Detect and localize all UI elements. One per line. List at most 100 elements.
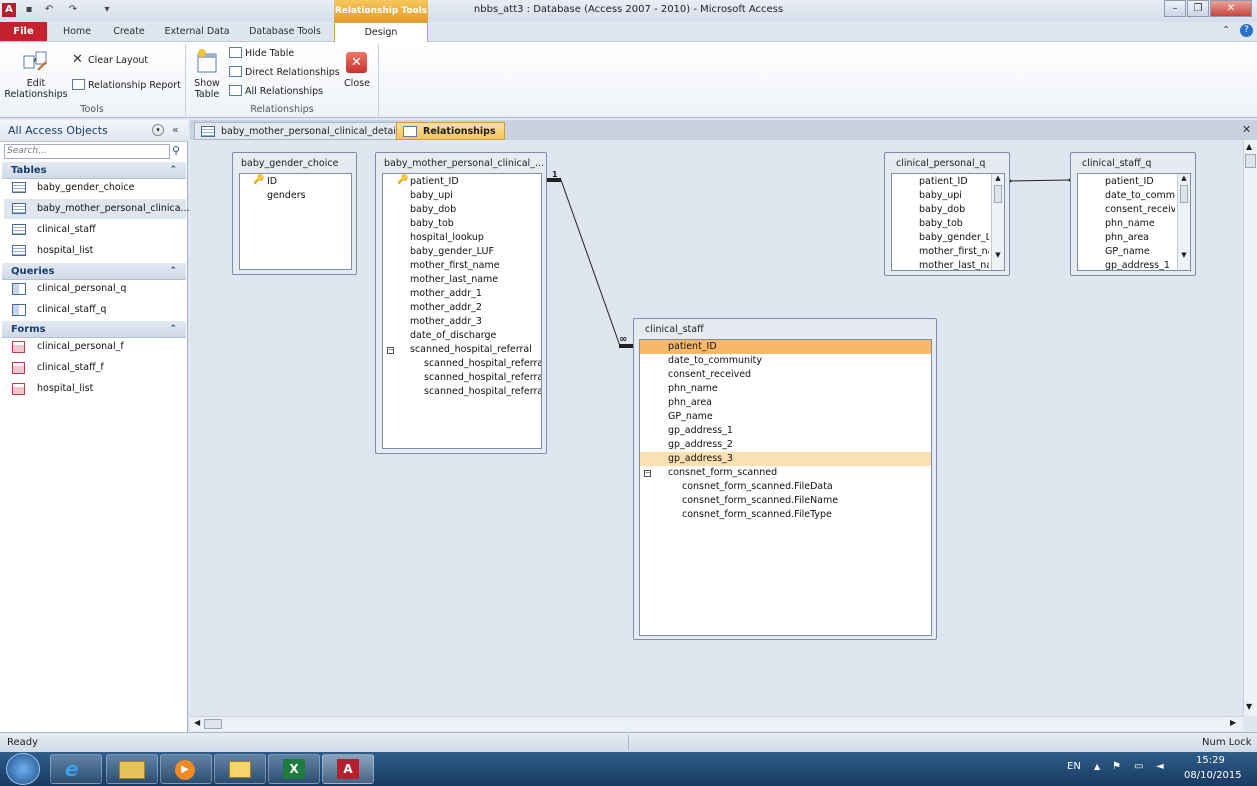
nav-header[interactable]: All Access Objects ▾ «	[0, 120, 188, 142]
scroll-thumb[interactable]	[994, 185, 1002, 203]
field-item[interactable]: consent_received	[668, 368, 751, 382]
doc-tab-relationships[interactable]: Relationships	[396, 122, 505, 140]
doc-tab-table[interactable]: baby_mother_personal_clinical_details	[194, 122, 413, 140]
tab-database-tools[interactable]: Database Tools	[244, 22, 326, 42]
collapse-chevron-icon[interactable]: ⌃	[169, 321, 177, 338]
collapse-chevron-icon[interactable]: ⌃	[169, 162, 177, 179]
field-item[interactable]: consnet_form_scanned.FileType	[682, 508, 832, 522]
nav-item-table[interactable]: clinical_staff	[4, 220, 186, 240]
field-item[interactable]: scanned_hospital_referral.	[424, 371, 541, 385]
scroll-down-icon[interactable]: ▼	[1246, 702, 1252, 711]
nav-category-tables[interactable]: Tables ⌃	[2, 162, 186, 179]
collapse-nav-icon[interactable]: «	[172, 123, 179, 136]
field-item[interactable]: baby_gender_LU	[919, 231, 989, 245]
field-item[interactable]: phn_name	[668, 382, 718, 396]
field-item[interactable]: baby_upi	[919, 189, 962, 203]
field-item[interactable]: gp_address_2	[668, 438, 733, 452]
field-item[interactable]: date_of_discharge	[410, 329, 496, 343]
flag-icon[interactable]: ⚑	[1112, 761, 1121, 772]
all-relationships-button[interactable]: All Relationships	[245, 86, 323, 97]
field-item[interactable]: gp_address_3	[640, 452, 931, 466]
table-box-baby-gender-choice[interactable]: baby_gender_choice 🔑 ID genders	[232, 152, 357, 275]
table-box-clinical-staff-q[interactable]: clinical_staff_q patient_ID date_to_comm…	[1070, 152, 1196, 276]
field-item[interactable]: scanned_hospital_referral.	[424, 385, 541, 399]
nav-item-form[interactable]: hospital_list	[4, 379, 186, 399]
scroll-down-icon[interactable]: ▼	[992, 251, 1004, 259]
clear-layout-button[interactable]: Clear Layout	[88, 55, 148, 66]
canvas-vertical-scrollbar[interactable]: ▲ ▼	[1243, 140, 1257, 716]
field-item[interactable]: date_to_community	[668, 354, 762, 368]
field-item[interactable]: consnet_form_scanned	[668, 466, 777, 480]
collapse-chevron-icon[interactable]: ⌃	[169, 263, 177, 280]
clock-date[interactable]: 08/10/2015	[1184, 770, 1242, 781]
collapse-field-icon[interactable]: −	[387, 347, 394, 354]
restore-button[interactable]: ❐	[1187, 0, 1209, 17]
taskbar-file-explorer[interactable]	[106, 754, 158, 784]
field-item[interactable]: mother_first_name	[410, 259, 500, 273]
field-item[interactable]: baby_dob	[410, 203, 456, 217]
field-item[interactable]: patient_ID	[919, 175, 968, 189]
field-item[interactable]: baby_tob	[410, 217, 454, 231]
taskbar-media-player[interactable]: ▶	[160, 754, 212, 784]
field-item[interactable]: scanned_hospital_referral	[410, 343, 532, 357]
nav-category-queries[interactable]: Queries ⌃	[2, 263, 186, 280]
collapse-field-icon[interactable]: −	[644, 470, 651, 477]
field-item[interactable]: baby_gender_LUF	[410, 245, 494, 259]
start-button[interactable]	[6, 753, 40, 785]
scroll-right-icon[interactable]: ▶	[1230, 718, 1236, 727]
table-box-baby-mother-personal-clinical[interactable]: baby_mother_personal_clinical_... 🔑 pati…	[375, 152, 547, 454]
nav-item-table[interactable]: baby_gender_choice	[4, 178, 186, 198]
nav-search-input[interactable]: Search...	[4, 144, 170, 159]
field-item[interactable]: gp_address_1	[1105, 259, 1170, 270]
scroll-left-icon[interactable]: ◀	[194, 718, 200, 727]
nav-item-form[interactable]: clinical_staff_f	[4, 358, 186, 378]
close-relationships-button[interactable]: Close	[338, 78, 376, 89]
field-item[interactable]: scanned_hospital_referral.	[424, 357, 541, 371]
canvas-horizontal-scrollbar[interactable]: ◀ ▶	[190, 716, 1243, 731]
field-item[interactable]: patient_ID	[640, 340, 931, 354]
field-item[interactable]: baby_dob	[919, 203, 965, 217]
volume-icon[interactable]: ◄	[1156, 761, 1164, 772]
nav-item-query[interactable]: clinical_personal_q	[4, 279, 186, 299]
table-box-clinical-personal-q[interactable]: clinical_personal_q patient_ID baby_upi …	[884, 152, 1010, 276]
field-item[interactable]: phn_area	[1105, 231, 1149, 245]
relationship-report-button[interactable]: Relationship Report	[88, 80, 181, 91]
field-item[interactable]: baby_upi	[410, 189, 453, 203]
field-item[interactable]: mother_last_name	[410, 273, 498, 287]
field-item[interactable]: patient_ID	[1105, 175, 1154, 189]
close-window-button[interactable]: ✕	[1210, 0, 1252, 17]
field-item[interactable]: mother_first_na	[919, 245, 989, 259]
language-indicator[interactable]: EN	[1067, 761, 1081, 772]
nav-item-form[interactable]: clinical_personal_f	[4, 337, 186, 357]
field-item[interactable]: consnet_form_scanned.FileName	[682, 494, 838, 508]
scroll-thumb[interactable]	[204, 719, 222, 729]
help-icon[interactable]: ?	[1240, 24, 1253, 37]
minimize-button[interactable]: –	[1164, 0, 1186, 17]
scroll-up-icon[interactable]: ▲	[992, 174, 1004, 182]
field-item[interactable]: consnet_form_scanned.FileData	[682, 480, 833, 494]
close-document-icon[interactable]: ✕	[1242, 123, 1251, 136]
taskbar-access[interactable]: A	[322, 754, 374, 784]
scroll-up-icon[interactable]: ▲	[1178, 174, 1190, 182]
show-hidden-icons-icon[interactable]: ▲	[1094, 762, 1100, 771]
field-item[interactable]: mother_addr_3	[410, 315, 482, 329]
field-item[interactable]: mother_addr_1	[410, 287, 482, 301]
direct-relationships-button[interactable]: Direct Relationships	[245, 67, 340, 78]
table-box-clinical-staff[interactable]: clinical_staff patient_ID date_to_commun…	[633, 318, 937, 640]
taskbar-internet-explorer[interactable]: e	[50, 754, 102, 784]
field-item[interactable]: baby_tob	[919, 217, 963, 231]
nav-item-table[interactable]: hospital_list	[4, 241, 186, 261]
field-item[interactable]: consent_receive	[1105, 203, 1175, 217]
tab-create[interactable]: Create	[106, 22, 152, 42]
field-list-scrollbar[interactable]: ▲ ▼	[991, 174, 1004, 270]
field-item[interactable]: ID	[267, 175, 277, 189]
field-item[interactable]: gp_address_1	[668, 424, 733, 438]
field-item[interactable]: genders	[267, 189, 306, 203]
hide-table-button[interactable]: Hide Table	[245, 48, 294, 59]
minimize-ribbon-icon[interactable]: ⌃	[1222, 25, 1230, 36]
network-icon[interactable]: ▭	[1134, 761, 1143, 772]
field-list-scrollbar[interactable]: ▲ ▼	[1177, 174, 1190, 270]
field-item[interactable]: date_to_commu	[1105, 189, 1175, 203]
scroll-thumb[interactable]	[1245, 154, 1256, 168]
field-item[interactable]: GP_name	[1105, 245, 1150, 259]
